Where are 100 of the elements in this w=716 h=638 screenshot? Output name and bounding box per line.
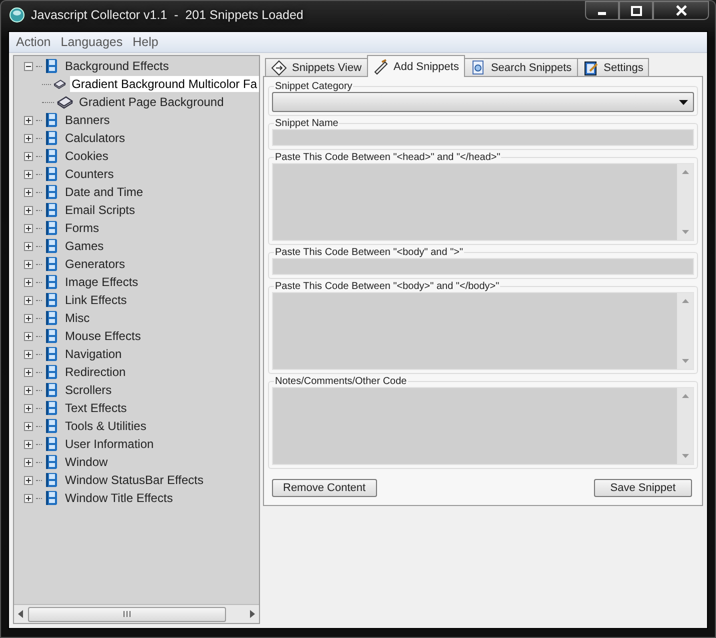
expand-icon[interactable] bbox=[24, 458, 33, 466]
expand-icon[interactable] bbox=[24, 206, 33, 214]
expand-icon[interactable] bbox=[24, 260, 33, 268]
expand-icon[interactable] bbox=[24, 296, 33, 304]
tab[interactable]: Search Snippets bbox=[464, 58, 578, 76]
book-icon bbox=[44, 435, 60, 453]
tree-item[interactable]: Scrollers bbox=[63, 382, 114, 398]
collapse-icon[interactable] bbox=[24, 62, 33, 70]
tree-item[interactable]: Window StatusBar Effects bbox=[63, 472, 206, 488]
expand-icon[interactable] bbox=[24, 332, 33, 340]
page-icon bbox=[56, 94, 74, 110]
tab[interactable]: Settings bbox=[576, 58, 650, 76]
field-label: Notes/Comments/Other Code bbox=[274, 376, 408, 387]
expand-icon[interactable] bbox=[24, 404, 33, 412]
tree-item[interactable]: Gradient Background Multicolor Fa bbox=[70, 76, 259, 92]
menu-item[interactable]: Languages bbox=[56, 35, 128, 49]
tree-item[interactable]: Generators bbox=[63, 256, 128, 272]
menu-item[interactable]: Action bbox=[11, 35, 56, 49]
expand-icon[interactable] bbox=[24, 224, 33, 232]
menu-item[interactable]: Help bbox=[128, 35, 164, 49]
tab[interactable]: Snippets View bbox=[265, 58, 368, 76]
tree-item[interactable]: Tools & Utilities bbox=[63, 418, 148, 434]
tree-item[interactable]: Window Title Effects bbox=[63, 490, 175, 506]
minimize-icon bbox=[598, 12, 606, 15]
book-icon bbox=[44, 453, 60, 471]
expand-icon[interactable] bbox=[24, 494, 33, 502]
document-icon bbox=[470, 60, 486, 76]
book-icon bbox=[44, 129, 60, 147]
book-icon bbox=[44, 399, 60, 417]
expand-icon[interactable] bbox=[24, 440, 33, 448]
tree-item[interactable]: Calculators bbox=[63, 130, 128, 146]
book-icon bbox=[44, 111, 60, 129]
scroll-down-icon bbox=[682, 454, 688, 458]
field-label: Paste This Code Between "<head>" and "</head>" bbox=[274, 152, 502, 163]
close-button[interactable] bbox=[653, 1, 709, 20]
expand-icon[interactable] bbox=[24, 386, 33, 394]
tree-item[interactable]: Forms bbox=[63, 220, 101, 236]
minimize-button[interactable] bbox=[585, 1, 619, 20]
book-icon bbox=[44, 255, 60, 273]
book-icon bbox=[44, 327, 60, 345]
expand-icon[interactable] bbox=[24, 134, 33, 142]
book-icon bbox=[44, 381, 60, 399]
book-icon bbox=[44, 165, 60, 183]
scroll-down-icon bbox=[682, 230, 688, 234]
book-icon bbox=[44, 201, 60, 219]
tree-item[interactable]: Mouse Effects bbox=[63, 328, 143, 344]
tree-item[interactable]: Link Effects bbox=[63, 292, 129, 308]
dropdown[interactable] bbox=[272, 92, 694, 112]
tree-item[interactable]: Text Effects bbox=[63, 400, 129, 416]
tree-item[interactable]: Image Effects bbox=[63, 274, 140, 290]
field-label: Snippet Category bbox=[274, 81, 354, 92]
input-field[interactable] bbox=[272, 129, 694, 146]
tree-item[interactable]: Cookies bbox=[63, 148, 110, 164]
remove-content-button[interactable]: Remove Content bbox=[272, 479, 377, 497]
caret-icon bbox=[679, 100, 688, 104]
tree-item[interactable]: Games bbox=[63, 238, 106, 254]
expand-icon[interactable] bbox=[24, 278, 33, 286]
book-icon bbox=[44, 471, 60, 489]
scroll-right-icon[interactable] bbox=[249, 610, 255, 618]
grip-icon bbox=[123, 611, 131, 617]
maximize-button[interactable] bbox=[619, 1, 653, 20]
book-icon bbox=[44, 417, 60, 435]
expand-icon[interactable] bbox=[24, 188, 33, 196]
book-icon bbox=[44, 237, 60, 255]
pencil-icon bbox=[372, 58, 389, 74]
expand-icon[interactable] bbox=[24, 170, 33, 178]
book-icon bbox=[44, 363, 60, 381]
tree-item[interactable]: Background Effects bbox=[63, 58, 171, 74]
expand-icon[interactable] bbox=[24, 116, 33, 124]
field-label: Snippet Name bbox=[274, 118, 340, 129]
book-icon bbox=[44, 489, 60, 507]
tree-item[interactable]: Navigation bbox=[63, 346, 124, 362]
expand-icon[interactable] bbox=[24, 368, 33, 376]
close-icon bbox=[676, 5, 686, 16]
expand-icon[interactable] bbox=[24, 314, 33, 322]
tree-item[interactable]: Email Scripts bbox=[63, 202, 138, 218]
tab[interactable]: Add Snippets bbox=[366, 55, 465, 77]
input-field[interactable] bbox=[272, 258, 694, 275]
book-icon bbox=[44, 309, 60, 327]
scroll-up-icon bbox=[682, 299, 688, 303]
expand-icon[interactable] bbox=[24, 350, 33, 358]
tree-item[interactable]: Counters bbox=[63, 166, 116, 182]
tree-item[interactable]: Banners bbox=[63, 112, 112, 128]
expand-icon[interactable] bbox=[24, 242, 33, 250]
scroll-left-icon[interactable] bbox=[18, 610, 24, 618]
expand-icon[interactable] bbox=[24, 422, 33, 430]
tree-item[interactable]: User Information bbox=[63, 436, 156, 452]
tree-item[interactable]: Gradient Page Background bbox=[77, 94, 226, 110]
book-icon bbox=[44, 273, 60, 291]
window-title: Javascript Collector v1.1 - 201 Snippets Loaded bbox=[31, 8, 304, 22]
tree-item[interactable]: Redirection bbox=[63, 364, 128, 380]
edit-page-icon bbox=[582, 60, 599, 76]
tree-item[interactable]: Window bbox=[63, 454, 110, 470]
expand-icon[interactable] bbox=[24, 476, 33, 484]
tree-item[interactable]: Misc bbox=[63, 310, 92, 326]
expand-icon[interactable] bbox=[24, 152, 33, 160]
scrollbar-thumb[interactable] bbox=[28, 606, 226, 622]
book-icon bbox=[44, 291, 60, 309]
tree-item[interactable]: Date and Time bbox=[63, 184, 146, 200]
save-snippet-button[interactable]: Save Snippet bbox=[594, 479, 692, 497]
